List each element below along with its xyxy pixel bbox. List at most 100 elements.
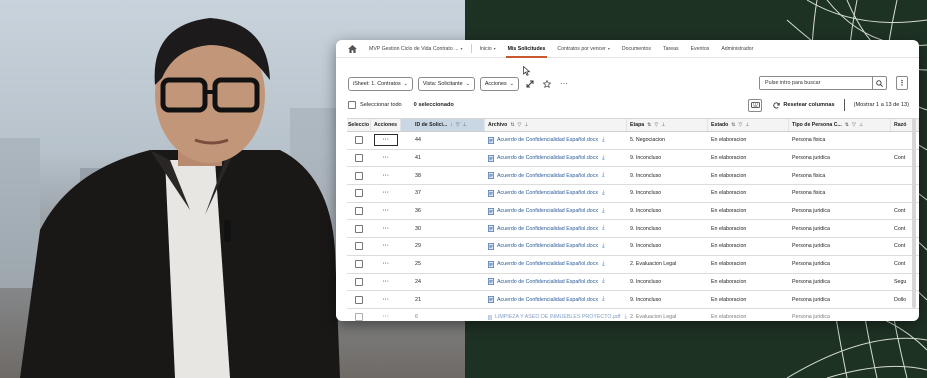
file-link[interactable]: Acuerdo de Confidencialidad Español.docx bbox=[497, 261, 598, 267]
table-row[interactable]: ··· 38 Acuerdo de Confidencialidad Españ… bbox=[347, 167, 919, 186]
home-icon[interactable] bbox=[348, 44, 357, 53]
row-checkbox[interactable] bbox=[355, 136, 363, 145]
row-actions-button[interactable]: ··· bbox=[374, 205, 398, 217]
nav-item-administrador[interactable]: Administrador bbox=[715, 40, 759, 58]
search-input[interactable] bbox=[760, 77, 873, 89]
download-icon[interactable]: ⤓ bbox=[602, 137, 605, 144]
file-link[interactable]: Acuerdo de Confidencialidad Español.docx bbox=[497, 173, 598, 179]
table-row[interactable]: ··· 25 Acuerdo de Confidencialidad Españ… bbox=[347, 256, 919, 274]
search-icon[interactable] bbox=[872, 77, 886, 89]
file-link[interactable]: Acuerdo de Confidencialidad Español.docx bbox=[497, 208, 598, 214]
table-row[interactable]: ··· 37 Acuerdo de Confidencialidad Españ… bbox=[347, 185, 919, 203]
row-actions-button[interactable]: ··· bbox=[374, 134, 398, 147]
row-checkbox[interactable] bbox=[355, 295, 363, 304]
row-actions-button[interactable]: ··· bbox=[374, 240, 398, 252]
download-icon[interactable]: ⤓ bbox=[602, 190, 605, 197]
column-header-select[interactable]: Seleccio bbox=[347, 119, 371, 131]
star-icon[interactable] bbox=[541, 77, 553, 91]
table-row[interactable]: ··· 30 Acuerdo de Confidencialidad Españ… bbox=[347, 220, 919, 239]
file-link[interactable]: Acuerdo de Confidencialidad Español.docx bbox=[497, 243, 598, 249]
table-row[interactable]: ··· 44 Acuerdo de Confidencialidad Españ… bbox=[347, 132, 919, 150]
filter-icon[interactable]: ▽ bbox=[739, 122, 743, 128]
nav-item-inicio[interactable]: Inicio ▾ bbox=[474, 40, 502, 58]
column-header-id[interactable]: ID de Solici... ↓ ▽ ⊥ bbox=[401, 119, 485, 131]
person-type-cell: Persona juridica bbox=[792, 296, 830, 303]
column-header-person-type[interactable]: Tipo de Persona C... ⇅ ▽ ⊥ bbox=[789, 119, 891, 131]
view-dropdown[interactable]: Vista: Solicitante ⌄ bbox=[417, 76, 475, 91]
row-checkbox[interactable] bbox=[355, 154, 363, 163]
nav-item-tareas[interactable]: Tareas bbox=[657, 40, 685, 58]
file-link[interactable]: Acuerdo de Confidencialidad Español.docx bbox=[497, 279, 598, 285]
download-icon[interactable]: ⤓ bbox=[602, 172, 605, 179]
table-scrollbar[interactable] bbox=[912, 118, 916, 308]
download-icon[interactable]: ⤓ bbox=[602, 296, 605, 303]
select-all-label[interactable]: Seleccionar todo bbox=[360, 102, 402, 108]
row-checkbox[interactable] bbox=[355, 260, 363, 269]
row-checkbox[interactable] bbox=[355, 189, 363, 198]
kebab-menu-button[interactable]: ⋮ bbox=[896, 76, 908, 90]
table-row[interactable]: ··· 36 Acuerdo de Confidencialidad Españ… bbox=[347, 203, 919, 221]
table-row[interactable]: ··· 29 Acuerdo de Confidencialidad Españ… bbox=[347, 238, 919, 256]
download-icon[interactable]: ⤓ bbox=[602, 261, 605, 268]
pin-icon[interactable]: ⊥ bbox=[524, 122, 528, 128]
row-actions-button[interactable]: ··· bbox=[374, 258, 398, 270]
sort-icon[interactable]: ⇅ bbox=[510, 122, 514, 128]
row-checkbox[interactable] bbox=[355, 242, 363, 251]
sheet-dropdown[interactable]: iSheet: 1. Contratos ⌄ bbox=[348, 76, 413, 91]
row-checkbox[interactable] bbox=[355, 277, 363, 286]
column-header-stage[interactable]: Etapa ⇅ ▽ ⊥ bbox=[627, 119, 708, 131]
file-link[interactable]: Acuerdo de Confidencialidad Español.docx bbox=[497, 226, 598, 232]
file-link[interactable]: Acuerdo de Confidencialidad Español.docx bbox=[497, 297, 598, 303]
actions-dropdown[interactable]: Acciones ⌄ bbox=[479, 76, 519, 91]
column-header-status[interactable]: Estado ⇅ ▽ ⊥ bbox=[708, 119, 789, 131]
download-icon[interactable]: ⤓ bbox=[602, 155, 605, 162]
nav-item-contratos-por-vencer[interactable]: Contratos por vencer ▾ bbox=[551, 40, 615, 58]
sort-descending-icon[interactable]: ↓ bbox=[450, 122, 453, 128]
nav-item-site[interactable]: MVP Gestion Ciclo de Vida Contrato ... ▾ bbox=[363, 40, 469, 58]
pin-icon[interactable]: ⊥ bbox=[463, 122, 467, 128]
pin-icon[interactable]: ⊥ bbox=[859, 122, 863, 128]
reset-columns-button[interactable]: Resetear columnas bbox=[773, 101, 835, 109]
file-link[interactable]: LIMPIEZA Y ASEO DE INMUEBLES PROYECTO.pd… bbox=[495, 314, 620, 320]
filter-icon[interactable]: ▽ bbox=[518, 122, 522, 128]
nav-item-mis-solicitudes[interactable]: Mis Solicitudes bbox=[502, 40, 552, 58]
more-options-icon[interactable]: ··· bbox=[558, 77, 570, 91]
select-all-checkbox[interactable] bbox=[348, 101, 356, 109]
filter-icon[interactable]: ▽ bbox=[654, 122, 658, 128]
row-checkbox[interactable] bbox=[355, 171, 363, 180]
download-icon[interactable]: ⤓ bbox=[602, 243, 605, 250]
sort-icon[interactable]: ⇅ bbox=[731, 122, 735, 128]
filter-icon[interactable]: ▽ bbox=[456, 122, 460, 128]
row-actions-button[interactable]: ··· bbox=[374, 276, 398, 288]
nav-item-eventos[interactable]: Eventos bbox=[685, 40, 716, 58]
row-checkbox[interactable] bbox=[355, 207, 363, 216]
row-actions-button[interactable]: ··· bbox=[374, 311, 398, 321]
pin-icon[interactable]: ⊥ bbox=[745, 122, 749, 128]
table-row[interactable]: ··· 21 Acuerdo de Confidencialidad Españ… bbox=[347, 291, 919, 309]
download-icon[interactable]: ⤓ bbox=[602, 225, 605, 232]
column-header-file[interactable]: Archivo ⇅ ▽ ⊥ bbox=[485, 119, 627, 131]
row-checkbox[interactable] bbox=[355, 224, 363, 233]
nav-item-documentos[interactable]: Documentos bbox=[616, 40, 657, 58]
file-link[interactable]: Acuerdo de Confidencialidad Español.docx bbox=[497, 155, 598, 161]
expand-icon[interactable] bbox=[524, 77, 536, 91]
row-actions-button[interactable]: ··· bbox=[374, 223, 398, 235]
filter-icon[interactable]: ▽ bbox=[852, 122, 856, 128]
table-row[interactable]: ··· 24 Acuerdo de Confidencialidad Españ… bbox=[347, 274, 919, 292]
pin-icon[interactable]: ⊥ bbox=[661, 122, 665, 128]
table-row[interactable]: ··· 41 Acuerdo de Confidencialidad Españ… bbox=[347, 150, 919, 168]
row-actions-button[interactable]: ··· bbox=[374, 294, 398, 306]
sort-icon[interactable]: ⇅ bbox=[845, 122, 849, 128]
sort-icon[interactable]: ⇅ bbox=[647, 122, 651, 128]
file-link[interactable]: Acuerdo de Confidencialidad Español.docx bbox=[497, 137, 598, 143]
download-icon[interactable]: ⤓ bbox=[602, 208, 605, 215]
row-actions-button[interactable]: ··· bbox=[374, 152, 398, 164]
file-link[interactable]: Acuerdo de Confidencialidad Español.docx bbox=[497, 190, 598, 196]
download-icon[interactable]: ⤓ bbox=[602, 278, 605, 285]
column-header-actions[interactable]: Acciones bbox=[371, 119, 401, 131]
row-actions-button[interactable]: ··· bbox=[374, 187, 398, 199]
row-checkbox[interactable] bbox=[355, 313, 363, 321]
keyboard-icon[interactable] bbox=[748, 98, 763, 112]
row-actions-button[interactable]: ··· bbox=[374, 170, 398, 182]
table-row[interactable]: ··· 6 LIMPIEZA Y ASEO DE INMUEBLES PROYE… bbox=[347, 309, 919, 321]
